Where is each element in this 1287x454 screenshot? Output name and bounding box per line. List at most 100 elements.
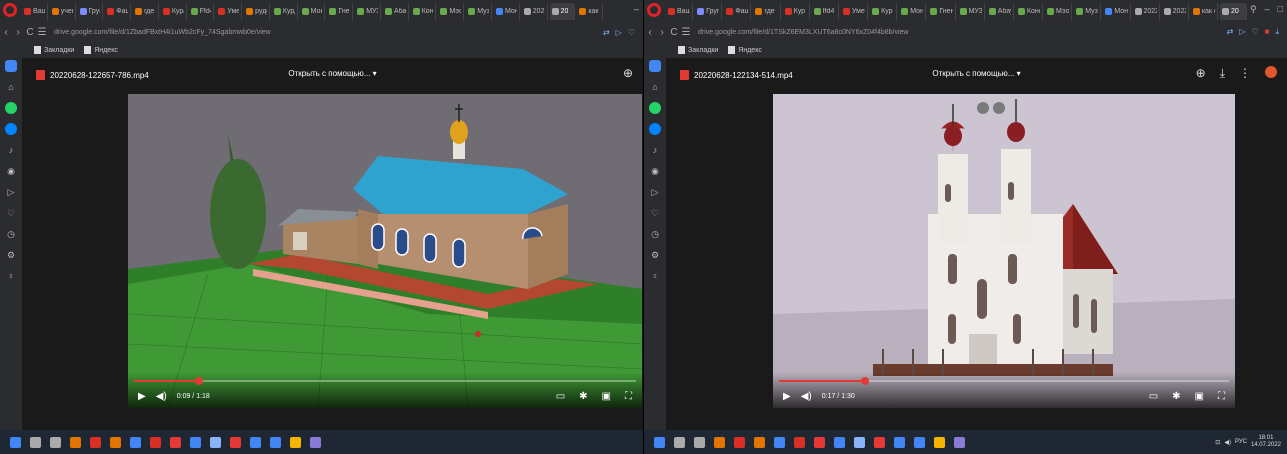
browser-tab[interactable]: где xyxy=(753,3,781,20)
windows-start-icon[interactable] xyxy=(10,436,21,448)
browser-tab[interactable]: МУЗ xyxy=(958,3,985,20)
taskbar-app-icon[interactable] xyxy=(834,436,845,448)
taskbar-app-icon[interactable] xyxy=(70,436,81,448)
settings-icon[interactable]: ⚙ xyxy=(649,249,661,261)
player-icon[interactable]: ▷ xyxy=(5,186,17,198)
browser-tab[interactable]: 2022 xyxy=(1133,3,1160,20)
player-icon[interactable]: ▷ xyxy=(649,186,661,198)
browser-tab[interactable]: Фаш xyxy=(724,3,752,20)
browser-tab[interactable]: Груп xyxy=(695,3,723,20)
browser-tab[interactable]: Кура xyxy=(161,3,187,20)
browser-tab[interactable]: 2022 xyxy=(522,3,548,20)
taskbar-app-icon[interactable] xyxy=(954,436,965,448)
taskbar-app-icon[interactable] xyxy=(714,436,725,448)
house-icon[interactable]: ⌂ xyxy=(5,81,17,93)
browser-tab[interactable]: как с xyxy=(1191,3,1218,20)
bookmark-yandex[interactable]: Яндекс xyxy=(728,46,762,54)
browser-tab[interactable]: 2022 xyxy=(1162,3,1189,20)
taskbar-app-icon[interactable] xyxy=(210,436,221,448)
taskbar-app-icon[interactable] xyxy=(754,436,765,448)
search-icon[interactable]: ⚲ xyxy=(1250,4,1257,15)
heart-icon[interactable]: ♡ xyxy=(649,207,661,219)
volume-tray-icon[interactable]: ◀) xyxy=(1224,439,1231,446)
heart-icon[interactable]: ♡ xyxy=(628,28,635,37)
clock-icon[interactable]: ◷ xyxy=(649,228,661,240)
browser-tab[interactable]: Ffd4 xyxy=(189,3,215,20)
taskbar-app-icon[interactable] xyxy=(310,436,321,448)
browser-tab[interactable]: 20 xyxy=(549,3,576,20)
taskbar-app-icon[interactable] xyxy=(290,436,301,448)
browser-tab[interactable]: МУЗ xyxy=(355,3,381,20)
taskbar-app-icon[interactable] xyxy=(230,436,241,448)
browser-tab[interactable]: как с xyxy=(577,3,604,20)
play-feed-icon[interactable]: ▷ xyxy=(1239,27,1245,37)
browser-tab[interactable]: Коно xyxy=(1016,3,1044,20)
tiktok-icon[interactable]: ♪ xyxy=(649,144,661,156)
bookmark-zakladki[interactable]: Закладки xyxy=(678,46,718,54)
browser-tab[interactable]: Фашу xyxy=(105,3,132,20)
extension-icon[interactable]: ■ xyxy=(1265,27,1270,37)
download-icon[interactable]: ⤓ xyxy=(1275,27,1279,37)
minimize-icon[interactable]: – xyxy=(1265,4,1270,15)
bookmark-zakladki[interactable]: Закладки xyxy=(34,46,74,54)
browser-tab[interactable]: Мэо xyxy=(438,3,465,20)
clock-icon[interactable]: ◷ xyxy=(5,228,17,240)
taskbar-app-icon[interactable] xyxy=(694,436,705,448)
messenger-icon[interactable] xyxy=(649,123,661,135)
heart-icon[interactable]: ♡ xyxy=(1251,27,1258,37)
browser-tab[interactable]: где и xyxy=(133,3,159,20)
browser-tab[interactable]: Мон xyxy=(1103,3,1131,20)
taskbar-app-icon[interactable] xyxy=(734,436,745,448)
taskbar-app-icon[interactable] xyxy=(150,436,161,448)
browser-tab[interactable]: Кур xyxy=(870,3,898,20)
forward-icon[interactable]: › xyxy=(12,27,24,38)
bulb-icon[interactable]: ♀ xyxy=(649,270,661,282)
taskbar-app-icon[interactable] xyxy=(110,436,121,448)
browser-tab[interactable]: Умен xyxy=(216,3,243,20)
settings-icon[interactable]: ✱ xyxy=(1172,391,1180,402)
translate-icon[interactable]: ⇄ xyxy=(1227,27,1234,37)
taskbar-app-icon[interactable] xyxy=(250,436,261,448)
browser-tab[interactable]: Мон xyxy=(494,3,520,20)
reload-icon[interactable]: C xyxy=(24,27,36,38)
browser-tab[interactable]: учен xyxy=(50,3,76,20)
taskbar-app-icon[interactable] xyxy=(774,436,785,448)
music-icon[interactable]: ◉ xyxy=(649,165,661,177)
play-feed-icon[interactable]: ▷ xyxy=(616,28,622,37)
maximize-icon[interactable]: □ xyxy=(1278,4,1283,15)
browser-tab[interactable]: Музы xyxy=(1074,3,1102,20)
browser-tab[interactable]: Гнен xyxy=(928,3,956,20)
miniplayer-icon[interactable]: ▣ xyxy=(1195,391,1204,402)
browser-tab[interactable]: Ваш xyxy=(666,3,694,20)
open-with-button[interactable]: Открыть с помощью... ▾ xyxy=(288,69,376,78)
subtitles-icon[interactable]: ▭ xyxy=(1149,391,1158,402)
subtitles-icon[interactable]: ▭ xyxy=(556,391,565,402)
taskbar-app-icon[interactable] xyxy=(894,436,905,448)
add-to-drive-icon[interactable]: ⊕ xyxy=(623,66,633,80)
browser-tab[interactable]: Ваш xyxy=(22,3,48,20)
minimize-icon[interactable]: – xyxy=(634,4,639,14)
progress-bar[interactable] xyxy=(779,377,1229,385)
heart-icon[interactable]: ♡ xyxy=(5,207,17,219)
video-player[interactable]: ▶ ◀) 0:09 / 1:18 ▭ ✱ ▣ ⛶ xyxy=(128,94,642,408)
browser-tab[interactable]: 20 xyxy=(1219,3,1248,20)
url-field[interactable]: drive.google.com/file/d/1TSkZ6EM3LXUT6a8… xyxy=(698,29,909,36)
forward-icon[interactable]: › xyxy=(656,27,668,38)
windows-start-icon[interactable] xyxy=(654,436,665,448)
back-icon[interactable]: ‹ xyxy=(0,27,12,38)
tabs-menu-icon[interactable]: ☰ xyxy=(36,27,48,38)
browser-tab[interactable]: Абау xyxy=(383,3,409,20)
fullscreen-icon[interactable]: ⛶ xyxy=(1218,391,1225,402)
open-with-button[interactable]: Открыть с помощью... ▾ xyxy=(932,69,1020,78)
browser-tab[interactable]: Умен xyxy=(841,3,869,20)
browser-tab[interactable]: Мон xyxy=(899,3,927,20)
search-icon[interactable] xyxy=(674,436,685,448)
messenger-icon[interactable] xyxy=(5,123,17,135)
bulb-icon[interactable]: ♀ xyxy=(5,270,17,282)
settings-icon[interactable]: ⚙ xyxy=(5,249,17,261)
browser-tab[interactable]: Груп xyxy=(78,3,104,20)
taskbar-app-icon[interactable] xyxy=(130,436,141,448)
url-field[interactable]: drive.google.com/file/d/1ZbadFBxtH4i1uWb… xyxy=(54,29,271,36)
play-icon[interactable]: ▶ xyxy=(783,391,791,402)
house-icon[interactable]: ⌂ xyxy=(649,81,661,93)
